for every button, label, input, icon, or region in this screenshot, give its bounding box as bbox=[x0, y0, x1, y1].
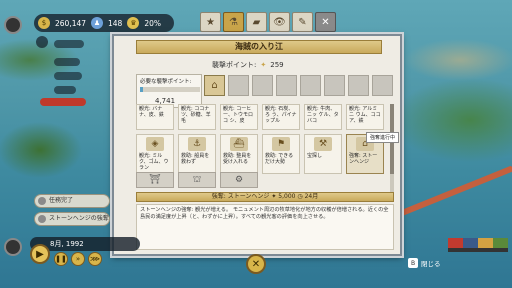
raid-slot[interactable] bbox=[372, 75, 393, 96]
pirate-cove-panel: 海賊の入り江 襲撃ポイント: ✦ 259 必要な襲撃ポイント: 4,741 ⌂ … bbox=[112, 34, 402, 256]
tab-edit[interactable]: ✎ bbox=[292, 12, 313, 32]
close-icon[interactable]: ✕ bbox=[315, 12, 336, 32]
raid-card[interactable]: 観光: アルミニ ウム、ココア、鉄 bbox=[346, 104, 384, 130]
tab-star[interactable]: ★ bbox=[200, 12, 221, 32]
raid-slot[interactable] bbox=[348, 75, 369, 96]
raid-card[interactable]: ⚒ 宝探し bbox=[304, 134, 342, 174]
raid-card[interactable]: 観光: 石炭、ろ う、パイナップル bbox=[262, 104, 300, 130]
monument-card[interactable]: ⚙ bbox=[220, 172, 258, 188]
hud-chip bbox=[54, 58, 80, 66]
raid-card[interactable]: 観光: バナナ、皮、鉄 bbox=[136, 104, 174, 130]
hud-side-icon[interactable] bbox=[36, 36, 48, 48]
raid-points-icon: ✦ bbox=[260, 61, 267, 69]
flag-icon: ⚑ bbox=[272, 137, 290, 151]
required-progress-fill bbox=[140, 87, 143, 92]
tab-build[interactable]: ▰ bbox=[246, 12, 267, 32]
treasure-icon: ⚒ bbox=[314, 137, 332, 151]
people-icon: ♟ bbox=[91, 17, 104, 29]
raid-slot[interactable] bbox=[276, 75, 297, 96]
required-progress-track bbox=[140, 87, 200, 92]
b-key-icon: B bbox=[408, 258, 418, 268]
anchor-icon: ⚓ bbox=[188, 137, 206, 151]
approval-value: 20% bbox=[144, 18, 162, 28]
approval-icon: ♛ bbox=[127, 17, 140, 29]
panel-title: 海賊の入り江 bbox=[136, 40, 382, 54]
selected-detail-bar: 強奪: ストーンヘンジ ✦ 5,000 ◷ 24月 bbox=[136, 192, 394, 202]
tab-research[interactable]: ⚗ bbox=[223, 12, 244, 32]
task-complete-button[interactable]: 任務完了 bbox=[34, 194, 110, 208]
close-hint[interactable]: B 閉じる bbox=[408, 258, 441, 268]
raid-slot[interactable] bbox=[300, 75, 321, 96]
hud-chip bbox=[54, 40, 84, 48]
clock-icon: ◷ bbox=[297, 193, 303, 200]
raid-slots: ⌂ bbox=[204, 75, 393, 96]
play-button[interactable]: ▶ bbox=[30, 244, 50, 264]
panel-tabs: ★ ⚗ ▰ 👁 ✎ ✕ bbox=[200, 12, 336, 32]
raid-points: 襲撃ポイント: ✦ 259 bbox=[212, 61, 284, 69]
raid-slot[interactable]: ⌂ bbox=[204, 75, 225, 96]
speed-controls: ❚❚ » ⋙ bbox=[54, 252, 102, 266]
hud-chip bbox=[54, 72, 82, 80]
resource-bar: $ 260,147 ♟ 148 ♛ 20% bbox=[34, 14, 174, 32]
raid-slot[interactable] bbox=[228, 75, 249, 96]
description-text: ストーンヘンジの強奪: 観光が増える。 モニュメント周辺の牧草地化が地方の収穫が… bbox=[136, 204, 394, 250]
task-icon bbox=[38, 197, 46, 205]
raid-options-row3: ⛩ ⛫ ⚙ bbox=[136, 172, 258, 188]
alert-chip[interactable] bbox=[40, 98, 86, 106]
hud-chip bbox=[54, 86, 76, 94]
raid-points-icon: ✦ bbox=[271, 193, 277, 200]
money-value: 260,147 bbox=[55, 18, 87, 28]
required-points-box: 必要な襲撃ポイント: 4,741 bbox=[136, 74, 202, 108]
raid-card[interactable]: ⚓ 救助: 船員を救わず bbox=[178, 134, 216, 174]
raid-card[interactable]: 観光: コーヒ ー、トウモロコ シ、皮 bbox=[220, 104, 258, 130]
task-stonehenge-button[interactable]: ストーンヘンジの強奪 bbox=[34, 212, 110, 226]
raid-card[interactable]: 観光: ココナ ツ、砂糖、羊毛 bbox=[178, 104, 216, 130]
ship-icon: ⛴ bbox=[230, 137, 248, 151]
milk-icon: ◈ bbox=[146, 137, 164, 151]
raid-options-grid: 観光: バナナ、皮、鉄 観光: ココナ ツ、砂糖、羊毛 観光: コーヒ ー、トウ… bbox=[136, 104, 386, 174]
people-value: 148 bbox=[108, 18, 123, 28]
pause-button[interactable]: ❚❚ bbox=[54, 252, 68, 266]
monument-card[interactable]: ⛩ bbox=[136, 172, 174, 188]
tab-view[interactable]: 👁 bbox=[269, 12, 290, 32]
faster-button[interactable]: ⋙ bbox=[88, 252, 102, 266]
menu-button[interactable] bbox=[4, 16, 22, 34]
center-action-button[interactable]: ✕ bbox=[246, 254, 266, 274]
money-icon: $ bbox=[38, 17, 50, 29]
raid-card[interactable]: 観光: 牛肉、ニッ ケル、タバコ bbox=[304, 104, 342, 130]
monument-card[interactable]: ⛫ bbox=[178, 172, 216, 188]
raid-slot[interactable] bbox=[252, 75, 273, 96]
minimap-button[interactable] bbox=[4, 238, 22, 256]
tooltip: 強奪進行中 bbox=[366, 132, 400, 143]
raid-slot[interactable] bbox=[324, 75, 345, 96]
fast-forward-button[interactable]: » bbox=[71, 252, 85, 266]
raid-card[interactable]: ◈ 観光: ミルク、ゴム、ウラン bbox=[136, 134, 174, 174]
raid-card[interactable]: ⛴ 救助: 整員を受け入れる bbox=[220, 134, 258, 174]
raid-card[interactable]: ⚑ 救助: できるだけ大勢 bbox=[262, 134, 300, 174]
cargo-ship bbox=[448, 238, 508, 252]
task-icon bbox=[38, 215, 46, 223]
